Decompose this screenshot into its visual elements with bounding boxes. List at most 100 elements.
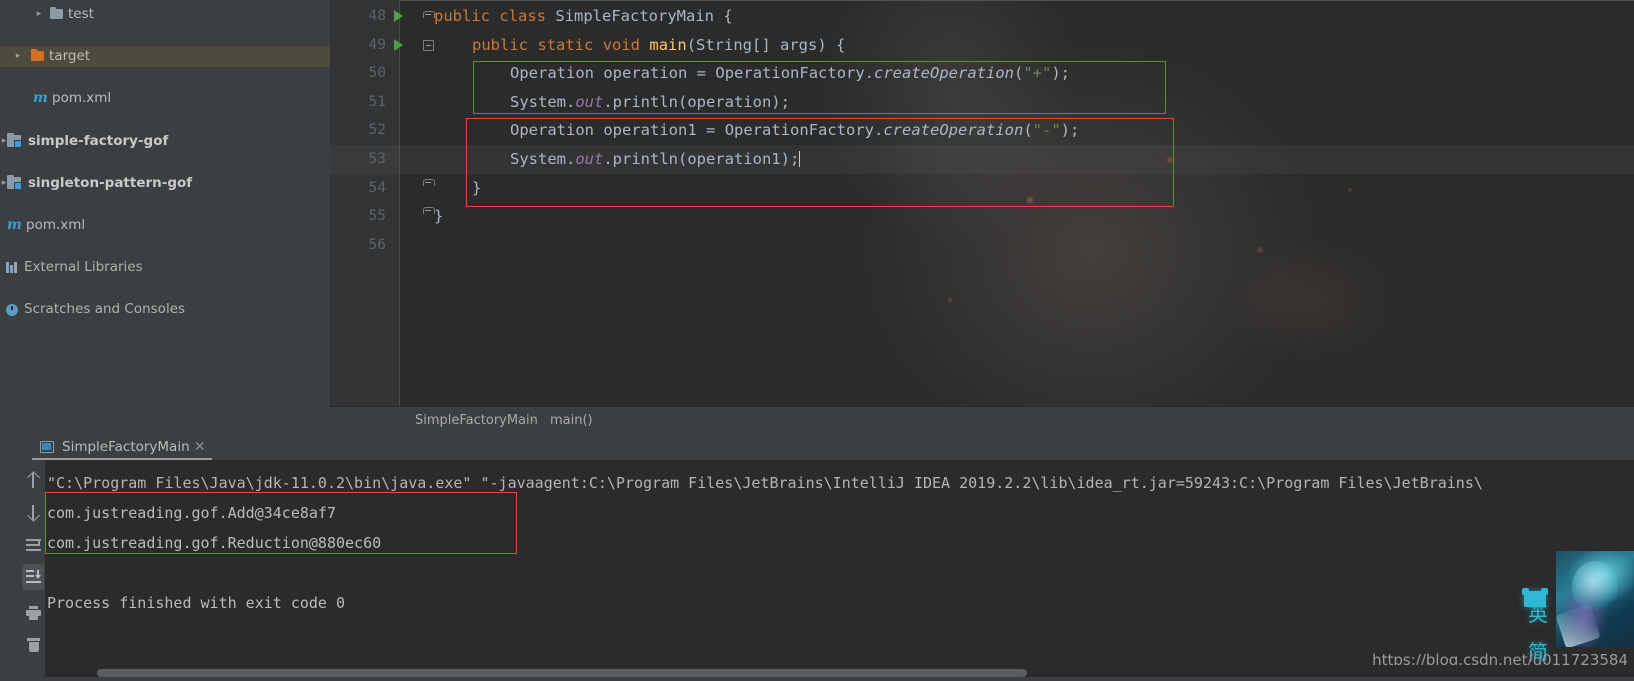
maven-icon: m: [7, 217, 22, 233]
code-line-55[interactable]: 55 }: [330, 202, 1634, 231]
code-paren-close: );: [1051, 64, 1071, 83]
console-command-line: "C:\Program Files\Java\jdk-11.0.2\bin\ja…: [47, 474, 1483, 492]
code-type: Operation: [510, 64, 594, 83]
console-output-line-1: com.justreading.gof.Add@34ce8af7: [47, 504, 336, 522]
print-button[interactable]: [22, 600, 44, 626]
line-number: 49: [368, 36, 386, 53]
clear-all-button[interactable]: [22, 632, 44, 658]
code-text: Operation operation1 = OperationFactory.…: [510, 116, 1079, 145]
console-hscroll-thumb[interactable]: [97, 669, 1027, 677]
code-text: System.out.println(operation);: [510, 88, 790, 117]
code-method-call: createOperation: [874, 64, 1014, 83]
tree-item-pom-xml-root[interactable]: m pom.xml: [0, 215, 330, 236]
tree-item-test[interactable]: ▸ test: [0, 4, 330, 25]
tree-item-target[interactable]: ▸ target: [0, 46, 330, 67]
fold-icon[interactable]: [423, 39, 434, 51]
code-static-field: out: [575, 150, 604, 168]
run-tab-simple-factory-main[interactable]: SimpleFactoryMain ✕: [32, 435, 212, 460]
code-keyword: class: [499, 7, 547, 25]
module-icon: [6, 131, 22, 152]
code-line-51[interactable]: 51 System.out.println(operation);: [330, 88, 1634, 117]
scroll-down-button[interactable]: [22, 500, 44, 526]
run-gutter-icon[interactable]: [394, 38, 403, 51]
fold-icon[interactable]: [423, 178, 435, 190]
code-text: }: [434, 202, 443, 231]
breadcrumb-method[interactable]: main(): [550, 407, 593, 435]
code-lines: 48 public class SimpleFactoryMain { 49 p…: [330, 0, 1634, 406]
code-operator: =: [706, 121, 716, 140]
tree-item-label: singleton-pattern-gof: [28, 175, 193, 191]
code-keyword: public: [434, 7, 490, 25]
code-static-field: out: [575, 92, 604, 111]
code-brace: {: [723, 7, 733, 25]
print-icon: [26, 606, 41, 620]
code-factory: OperationFactory.: [724, 121, 884, 140]
arrow-down-icon: [32, 505, 34, 520]
code-line-52[interactable]: 52 Operation operation1 = OperationFacto…: [330, 116, 1634, 145]
console-output[interactable]: "C:\Program Files\Java\jdk-11.0.2\bin\ja…: [45, 460, 1634, 681]
line-number: 50: [368, 65, 386, 82]
code-keyword: public: [472, 35, 528, 54]
run-gutter-icon[interactable]: [394, 10, 403, 22]
chevron-right-icon[interactable]: ▸: [33, 4, 45, 25]
fold-icon[interactable]: [423, 207, 435, 218]
scroll-to-end-button[interactable]: [22, 564, 44, 590]
code-text: public class SimpleFactoryMain {: [434, 2, 733, 31]
code-factory: OperationFactory.: [715, 64, 875, 83]
trash-icon: [27, 638, 40, 652]
code-line-54[interactable]: 54 }: [330, 174, 1634, 203]
maven-icon: m: [33, 90, 48, 106]
code-line-49[interactable]: 49 public static void main(String[] args…: [330, 31, 1634, 60]
code-paren: (: [1023, 121, 1033, 140]
window-bottom-edge: [0, 677, 1634, 681]
code-paren: (: [1014, 64, 1024, 83]
scroll-up-button[interactable]: [22, 468, 44, 494]
code-variable: operation: [603, 64, 688, 83]
code-keyword: void: [602, 35, 641, 54]
chevron-right-icon[interactable]: ▸: [12, 46, 24, 67]
code-line-53[interactable]: 53 System.out.println(operation1);: [330, 145, 1634, 174]
tree-item-pom-xml-module[interactable]: m pom.xml: [0, 88, 330, 109]
tree-item-simple-factory-gof[interactable]: ▸ simple-factory-gof: [0, 131, 330, 152]
line-number: 54: [368, 179, 386, 196]
line-number: 48: [368, 8, 386, 24]
tree-item-scratches-and-consoles[interactable]: Scratches and Consoles: [0, 299, 330, 320]
run-tabs: SimpleFactoryMain ✕: [20, 434, 1634, 460]
code-editor[interactable]: 48 public class SimpleFactoryMain { 49 p…: [330, 0, 1634, 406]
tree-item-label: pom.xml: [52, 90, 112, 106]
console-output-line-2: com.justreading.gof.Reduction@880ec60: [47, 534, 382, 552]
soft-wrap-button[interactable]: [22, 532, 44, 558]
run-configuration-icon: [40, 441, 54, 453]
tree-item-singleton-pattern-gof[interactable]: ▸ singleton-pattern-gof: [0, 173, 330, 194]
code-class-name: SimpleFactoryMain: [555, 7, 714, 25]
code-line-48[interactable]: 48 public class SimpleFactoryMain {: [330, 2, 1634, 31]
scroll-to-end-icon: [26, 570, 41, 584]
close-icon[interactable]: ✕: [194, 435, 206, 460]
tree-item-external-libraries[interactable]: External Libraries: [0, 257, 330, 278]
breadcrumb-class[interactable]: SimpleFactoryMain: [415, 407, 538, 435]
code-text: public static void main(String[] args) {: [472, 31, 845, 60]
module-icon: [6, 173, 22, 194]
run-tool-window: SimpleFactoryMain ✕ "C:\Program Files\Ja…: [0, 434, 1634, 681]
breadcrumb-separator-icon: ›: [530, 413, 536, 428]
library-icon: [4, 257, 20, 278]
code-text: Operation operation = OperationFactory.c…: [510, 59, 1070, 88]
code-params: (String[] args) {: [686, 35, 846, 54]
ide-window: ▸ test ▸ target m pom.xml ▸ simple-facto…: [0, 0, 1634, 681]
line-number: 55: [368, 208, 386, 225]
tree-item-label: Scratches and Consoles: [24, 301, 186, 317]
line-number: 53: [368, 151, 386, 167]
run-tab-label: SimpleFactoryMain: [62, 439, 190, 455]
watermark-avatar-image: [1556, 551, 1634, 647]
code-line-50[interactable]: 50 Operation operation = OperationFactor…: [330, 59, 1634, 88]
tree-item-label: test: [68, 6, 94, 22]
scratches-icon: [4, 299, 20, 320]
code-system: System.: [510, 92, 576, 111]
fold-icon[interactable]: [423, 11, 435, 22]
code-keyword: static: [537, 35, 594, 54]
breadcrumb: SimpleFactoryMain › main(): [330, 406, 1634, 434]
soft-wrap-icon: [26, 539, 41, 551]
tree-item-label: simple-factory-gof: [28, 133, 169, 149]
code-println-call: .println(operation1);: [603, 150, 800, 168]
code-line-56[interactable]: 56: [330, 231, 1634, 260]
